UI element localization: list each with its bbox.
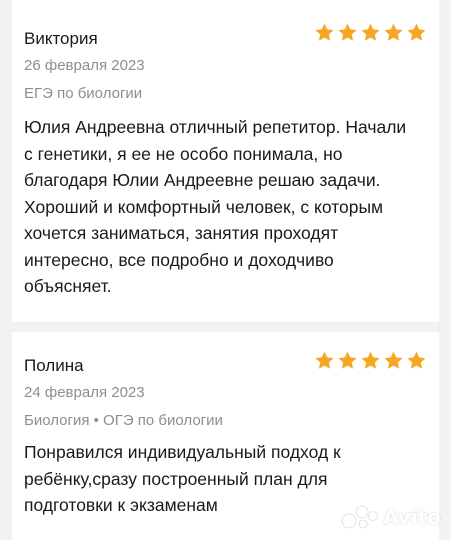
star-icon	[407, 23, 426, 41]
star-icon	[384, 351, 403, 369]
avito-logo-icon	[341, 505, 378, 529]
star-icon	[407, 351, 426, 369]
avito-watermark-text: Avito	[383, 505, 441, 529]
review-author: Виктория	[24, 29, 98, 48]
star-icon	[315, 351, 334, 369]
star-icon	[361, 23, 380, 41]
star-icon	[338, 351, 357, 369]
avito-watermark: Avito	[341, 504, 441, 530]
star-icon	[361, 351, 380, 369]
star-icon	[338, 23, 357, 41]
review-subject: ЕГЭ по биологии	[24, 85, 143, 102]
star-rating	[314, 350, 427, 371]
review-card: Виктория 26 февраля 2023 ЕГЭ по биологии…	[12, 0, 439, 322]
star-icon	[384, 23, 403, 41]
review-subject: Биология • ОГЭ по биологии	[24, 412, 223, 429]
review-date: 26 февраля 2023	[24, 57, 145, 74]
review-author: Полина	[24, 356, 84, 375]
star-rating	[314, 22, 427, 43]
review-text: Юлия Андреевна отличный репетитор. Начал…	[24, 117, 407, 296]
review-date: 24 февраля 2023	[24, 384, 145, 401]
star-icon	[315, 23, 334, 41]
